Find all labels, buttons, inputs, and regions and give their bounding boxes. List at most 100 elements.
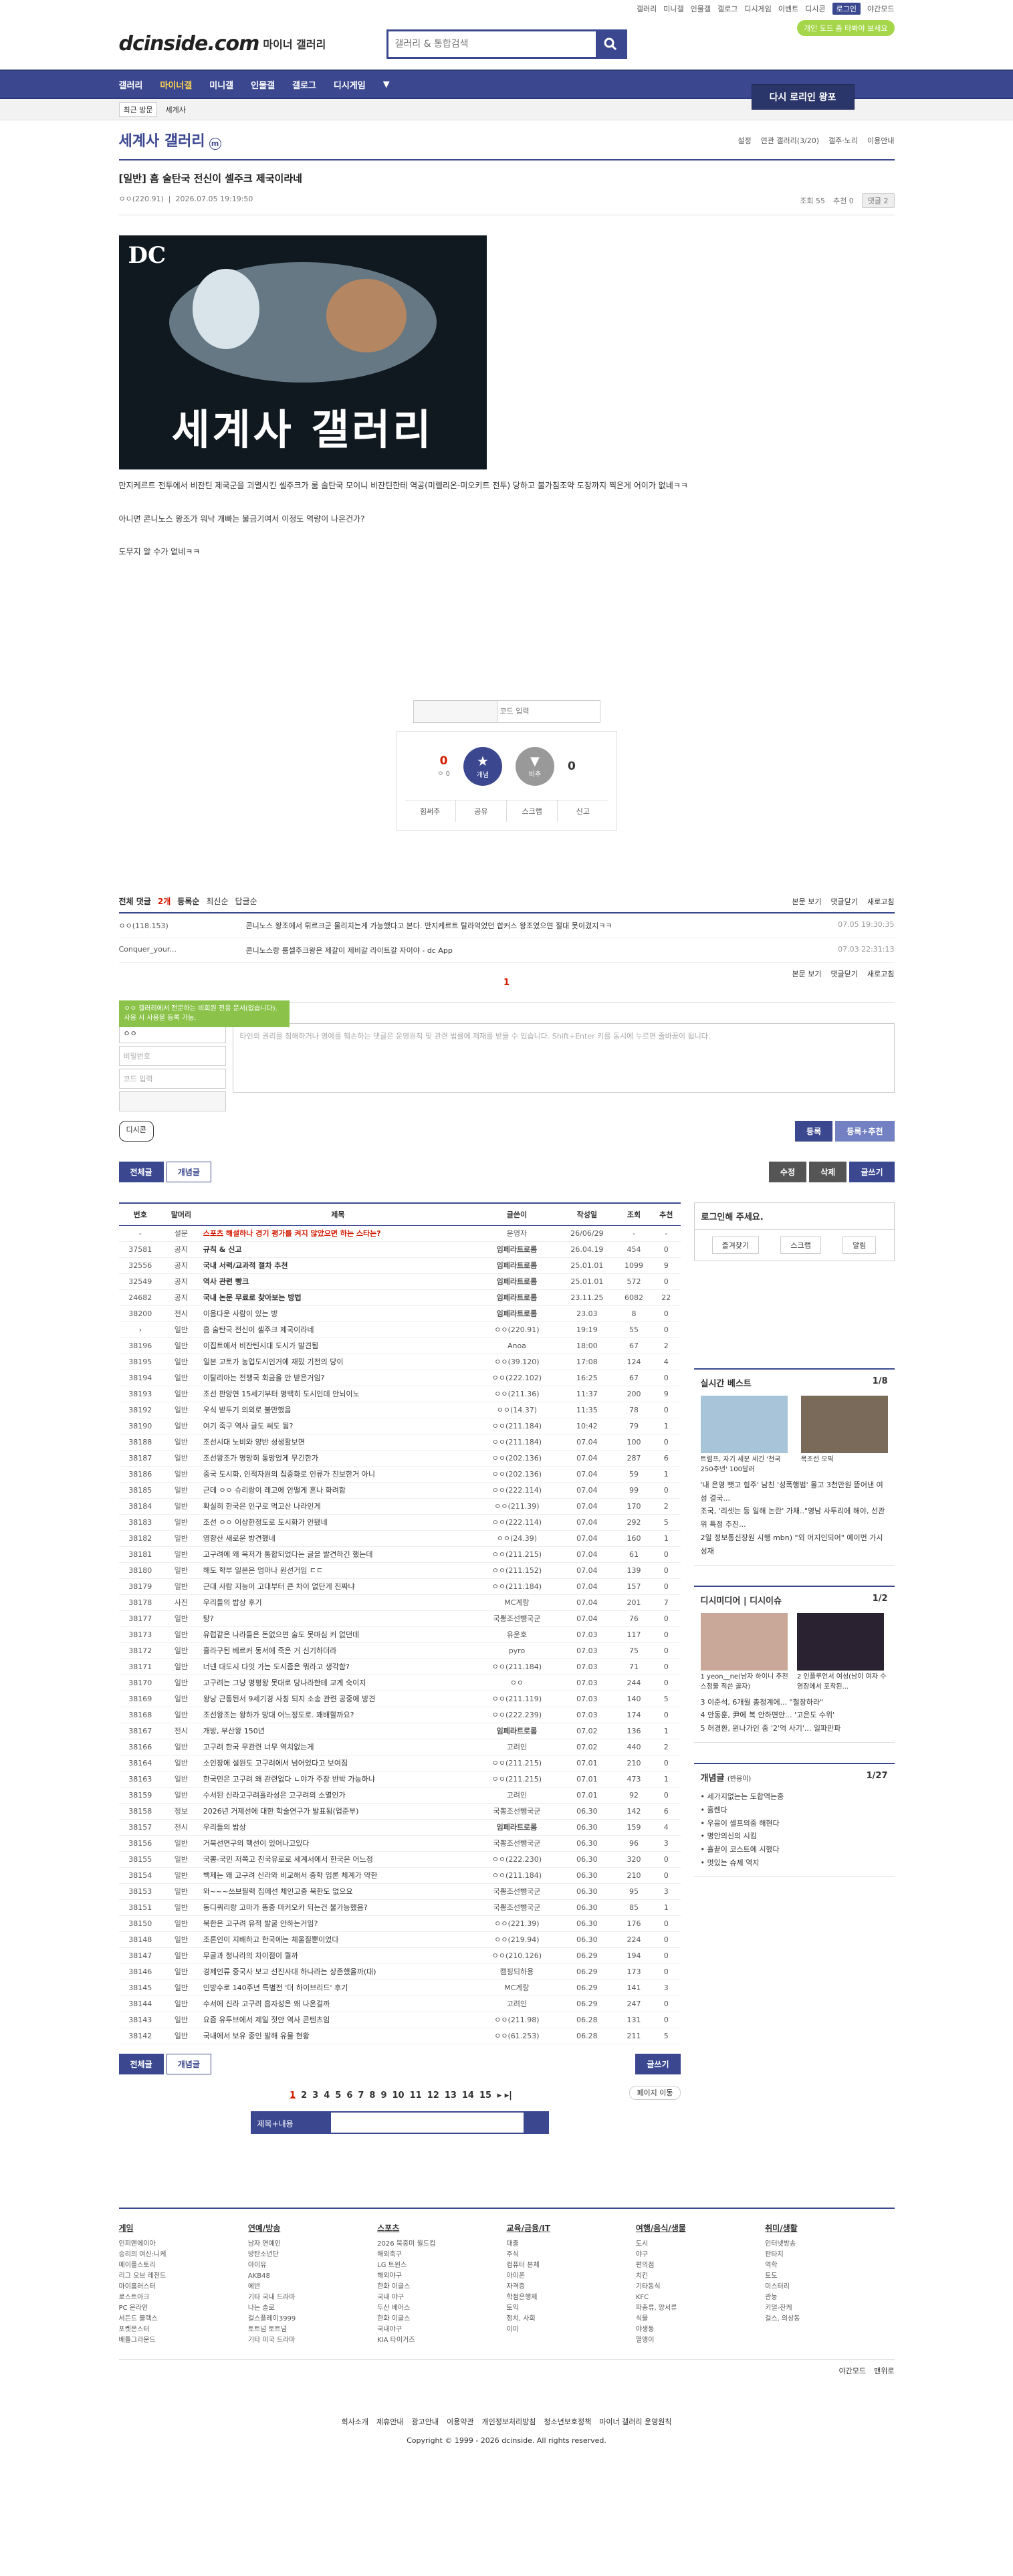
comment-page[interactable]: 1 — [503, 978, 510, 988]
dclist-item[interactable]: 3 이준석, 6개월 총정계에... "철장하라" — [701, 1696, 888, 1709]
table-cell-글쓴이[interactable]: ㅇㅇ(211.119) — [475, 1691, 558, 1707]
top-link-3[interactable]: 갤로그 — [717, 3, 738, 14]
table-cell-제목[interactable]: 역사 관련 빵크 — [200, 1273, 476, 1290]
table-cell-제목[interactable]: 중국 도시화, 인적자원의 집중화로 인류가 진보한거 아니 — [200, 1466, 476, 1483]
top-link-8[interactable]: 야간모드 — [867, 3, 894, 14]
footer-right-1[interactable]: 맨위로 — [874, 2367, 894, 2375]
page-link-15[interactable]: 15 — [479, 2090, 491, 2101]
page-link-2[interactable]: 2 — [301, 2090, 307, 2101]
table-cell-글쓴이[interactable]: 고려인 — [475, 1996, 558, 2012]
footer-col-item[interactable]: LG 트윈스 — [377, 2260, 506, 2271]
best-thumb-1-caption[interactable]: 트럼프, 자기 세분 세긴 '천국 250주년' 100달러 — [701, 1453, 794, 1473]
conceptlist-item[interactable]: • 흘렌다 — [701, 1804, 888, 1817]
gnb-item-2[interactable]: 미니갤 — [209, 78, 233, 91]
table-cell-제목[interactable]: 우식 받두기 의외로 불만했음 — [200, 1402, 476, 1418]
table-cell-글쓴이[interactable]: 국뽕조선뺑국군 — [475, 1610, 558, 1627]
table-cell-제목[interactable]: 국내 서력/교과적 절차 추천 — [200, 1257, 476, 1274]
reco-footer-1[interactable]: 공유 — [456, 800, 507, 822]
board-search-input[interactable] — [330, 2111, 525, 2134]
table-cell-글쓴이[interactable]: 임페라트로롬 — [475, 1273, 558, 1290]
footer-col-item[interactable]: 컴퓨터 본체 — [506, 2260, 635, 2271]
gnb-item-0[interactable]: 갤러리 — [119, 78, 143, 91]
table-cell-글쓴이[interactable]: ㅇㅇ(202.136) — [475, 1466, 558, 1483]
comment-submit-recommend-button[interactable]: 등록+추천 — [835, 1120, 895, 1142]
footer-col-item[interactable]: 인터넷방송 — [765, 2239, 894, 2250]
page-link-3[interactable]: 3 — [312, 2090, 318, 2101]
table-cell-글쓴이[interactable]: ㅇㅇ(39.120) — [475, 1354, 558, 1370]
page-link-7[interactable]: 7 — [358, 2090, 364, 2101]
login-btn-0[interactable]: 즐겨찾기 — [711, 1236, 760, 1254]
table-cell-제목[interactable]: 규칙 & 신고 — [200, 1241, 476, 1258]
table-cell-제목[interactable]: 조론인이 지배하고 한국에는 체울질뿐이었다 — [200, 1931, 476, 1948]
recommend-button[interactable]: ★ 개념 — [463, 746, 502, 786]
table-cell-제목[interactable]: 이음다운 사람이 있는 방 — [200, 1305, 476, 1322]
top-link-0[interactable]: 갤러리 — [637, 3, 657, 14]
table-cell-글쓴이[interactable]: 국뽕조선뺑국군 — [475, 1899, 558, 1916]
table-cell-제목[interactable]: 동디쿼리랑 고마가 똥중 마커오카 되는건 불가능했음? — [200, 1899, 476, 1916]
bestlist-item[interactable]: 2일 정보통신장원 시행 mbn) "외 어지인되어" 예이먼 가시 성재 — [701, 1531, 888, 1558]
footer-col-item[interactable]: 야구 — [636, 2250, 765, 2260]
site-logo-sub[interactable]: 마이너 갤러리 — [263, 35, 326, 51]
table-cell-제목[interactable]: 국뽕-국민 저쪽고 친국유로로 세계서에서 한국은 어느정 — [200, 1851, 476, 1868]
footer-link-6[interactable]: 마이너 갤러리 운영원칙 — [599, 2416, 671, 2427]
table-cell-제목[interactable]: 백제는 왜 고구려 신라와 비교해서 중학 입론 체계가 약한 — [200, 1867, 476, 1884]
footer-col-item[interactable]: 기타 미국 드라마 — [248, 2335, 377, 2346]
footer-col-item[interactable]: 포켓몬스터 — [119, 2325, 248, 2335]
table-cell-글쓴이[interactable]: ㅇㅇ(211.184) — [475, 1578, 558, 1595]
table-cell-글쓴이[interactable]: ㅇㅇ(61.253) — [475, 2028, 558, 2044]
table-cell-글쓴이[interactable]: 임페라트로롬 — [475, 1305, 558, 1322]
comment-nick[interactable]: Conquer_your... — [119, 945, 246, 956]
table-cell-제목[interactable]: 우리들의 밥상 — [200, 1819, 476, 1836]
page-link-1[interactable]: 1 — [290, 2090, 296, 2101]
table-cell-제목[interactable]: 확실히 한국은 인구로 먹고산 나라인게 — [200, 1498, 476, 1515]
table-cell-제목[interactable]: 요즘 유투브에서 제일 젓안 역사 콘텐츠임 — [200, 2012, 476, 2028]
table-cell-제목[interactable]: 흠 술탄국 전신이 셀주크 제국이라네 — [200, 1321, 476, 1338]
dc-issue-title[interactable]: 디시이슈 — [750, 1596, 782, 1606]
top-link-6[interactable]: 디시콘 — [805, 3, 825, 14]
password-input[interactable]: 비밀번호 — [118, 1045, 226, 1066]
footer-col-title[interactable]: 여행/음식/생물 — [636, 2222, 765, 2234]
top-link-5[interactable]: 이벤트 — [778, 3, 798, 14]
table-cell-제목[interactable]: 국내에서 보유 중인 발해 유물 현황 — [200, 2028, 476, 2044]
table-cell-글쓴이[interactable]: 임페라트로롬 — [475, 1819, 558, 1836]
gallery-tool-2[interactable]: 갤주·노리 — [828, 135, 858, 146]
table-cell-글쓴이[interactable]: ㅇㅇ(14.37) — [475, 1402, 558, 1418]
page-link-13[interactable]: 13 — [445, 2090, 457, 2101]
table-cell-제목[interactable]: 경제인류 중국사 보고 선진사대 하나라는 상존했을까(대) — [200, 1963, 476, 1980]
footer-col-item[interactable]: 한화 이글스 — [377, 2282, 506, 2292]
footer-col-item[interactable]: 해외축구 — [377, 2250, 506, 2260]
table-cell-제목[interactable]: 우리들의 밥상 후기 — [200, 1594, 476, 1611]
login-title[interactable]: 로그인해 주세요. — [694, 1203, 894, 1230]
post-author[interactable]: ㅇㅇ(220.91) — [119, 195, 164, 203]
table-cell-제목[interactable]: 국내 논문 무료로 찾아보는 방법 — [200, 1289, 476, 1306]
table-cell-글쓴이[interactable]: ㅇㅇ(211.215) — [475, 1546, 558, 1563]
table-cell-글쓴이[interactable]: 국뽕조선뺑국군 — [475, 1803, 558, 1820]
table-cell-글쓴이[interactable]: Anoa — [475, 1337, 558, 1354]
footer-link-1[interactable]: 제휴안내 — [376, 2416, 403, 2427]
footer-col-item[interactable]: KFC — [636, 2292, 765, 2303]
footer-col-item[interactable]: 식물 — [636, 2314, 765, 2325]
recent-item[interactable]: 세계사 — [165, 104, 185, 115]
footer-col-item[interactable]: 도시 — [636, 2239, 765, 2250]
table-cell-글쓴이[interactable]: ㅇㅇ(202.136) — [475, 1450, 558, 1467]
footer-col-item[interactable]: 미스터리 — [765, 2282, 894, 2292]
footer-col-item[interactable]: 대출 — [506, 2239, 635, 2250]
captcha-input[interactable] — [496, 700, 600, 722]
footer-link-5[interactable]: 청소년보호정책 — [544, 2416, 591, 2427]
gnb-item-4[interactable]: 갤로그 — [292, 78, 316, 91]
table-cell-글쓴이[interactable]: ㅇㅇ(24.39) — [475, 1530, 558, 1547]
table-cell-제목[interactable]: 조선시대 노비와 양반 성생활보면 — [200, 1434, 476, 1451]
table-cell-제목[interactable]: 고구려는 그냥 명평왕 못대로 당나라한테 교계 숙이지 — [200, 1675, 476, 1691]
footer-col-item[interactable]: 역학 — [765, 2260, 894, 2271]
table-cell-글쓴이[interactable]: 국뽕조선뺑국군 — [475, 1883, 558, 1900]
promo-badge[interactable]: 개인 도드 좀 타봐야 보세요 — [797, 20, 895, 36]
table-cell-제목[interactable]: 2026년 거제선에 대한 학술연구가 발표됨(업준부) — [200, 1803, 476, 1820]
footer-col-item[interactable]: 로스트아크 — [119, 2292, 248, 2303]
best-thumb-2-caption[interactable]: 목조선 오픽 — [801, 1453, 888, 1463]
page-link-12[interactable]: 12 — [427, 2090, 439, 2101]
table-cell-제목[interactable]: 와~~~쓰브필력 집에선 체인고중 북한도 없으요 — [200, 1883, 476, 1900]
footer-col-item[interactable]: 기타 국내 드라마 — [248, 2292, 377, 2303]
gallery-tool-0[interactable]: 설정 — [738, 135, 751, 146]
table-cell-글쓴이[interactable]: ㅇㅇ(211.98) — [475, 2012, 558, 2028]
footer-col-item[interactable]: 치킨 — [636, 2271, 765, 2282]
